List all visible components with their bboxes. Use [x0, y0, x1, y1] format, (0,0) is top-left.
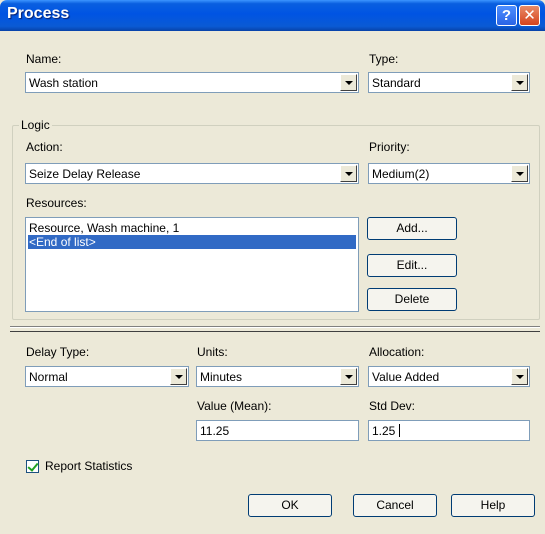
section-divider-line — [10, 331, 540, 332]
value-mean-label: Value (Mean): — [197, 399, 272, 413]
resources-list[interactable]: Resource, Wash machine, 1 <End of list> — [25, 217, 359, 312]
report-statistics-label[interactable]: Report Statistics — [45, 459, 132, 473]
std-dev-input[interactable]: 1.25 — [368, 420, 530, 441]
type-dropdown-arrow-icon[interactable] — [511, 74, 528, 91]
delay-type-dropdown-arrow-icon[interactable] — [170, 368, 187, 385]
logic-group-title: Logic — [19, 118, 52, 132]
action-dropdown-arrow-icon[interactable] — [340, 165, 357, 182]
value-mean-value: 11.25 — [200, 424, 230, 438]
add-button[interactable]: Add... — [367, 217, 457, 240]
list-item[interactable]: Resource, Wash machine, 1 — [28, 221, 356, 235]
units-dropdown-arrow-icon[interactable] — [340, 368, 357, 385]
edit-button[interactable]: Edit... — [367, 254, 457, 277]
type-combo[interactable]: Standard — [368, 72, 530, 93]
allocation-label: Allocation: — [369, 345, 425, 359]
ok-button[interactable]: OK — [248, 494, 332, 517]
close-title-button[interactable]: ✕ — [519, 5, 540, 26]
list-item-selected[interactable]: <End of list> — [28, 235, 356, 249]
allocation-value: Value Added — [372, 370, 440, 384]
type-value: Standard — [372, 76, 421, 90]
priority-value: Medium(2) — [372, 167, 430, 181]
std-dev-label: Std Dev: — [369, 399, 416, 413]
units-value: Minutes — [200, 370, 243, 384]
report-statistics-checkbox[interactable] — [26, 460, 39, 473]
name-dropdown-arrow-icon[interactable] — [340, 74, 357, 91]
action-label: Action: — [26, 140, 63, 154]
cancel-button[interactable]: Cancel — [353, 494, 437, 517]
action-combo[interactable]: Seize Delay Release — [25, 163, 359, 184]
title-bar[interactable]: Process ? ✕ — [0, 0, 545, 31]
delete-button[interactable]: Delete — [367, 288, 457, 311]
process-dialog: Process ? ✕ Name: Wash station Type: Sta… — [0, 0, 545, 534]
priority-label: Priority: — [369, 140, 410, 154]
action-value: Seize Delay Release — [29, 167, 141, 181]
text-caret — [399, 424, 400, 437]
help-title-button[interactable]: ? — [496, 5, 517, 26]
units-combo[interactable]: Minutes — [196, 366, 359, 387]
window-title: Process — [7, 5, 70, 22]
units-label: Units: — [197, 345, 228, 359]
std-dev-value: 1.25 — [372, 424, 396, 438]
priority-dropdown-arrow-icon[interactable] — [511, 165, 528, 182]
priority-combo[interactable]: Medium(2) — [368, 163, 530, 184]
help-button[interactable]: Help — [451, 494, 535, 517]
allocation-combo[interactable]: Value Added — [368, 366, 530, 387]
name-combo[interactable]: Wash station — [25, 72, 359, 93]
name-label: Name: — [26, 52, 62, 66]
delay-type-label: Delay Type: — [26, 345, 90, 359]
delay-type-value: Normal — [29, 370, 68, 384]
delay-type-combo[interactable]: Normal — [25, 366, 189, 387]
allocation-dropdown-arrow-icon[interactable] — [511, 368, 528, 385]
resources-label: Resources: — [26, 196, 87, 210]
section-divider — [10, 326, 540, 328]
type-label: Type: — [369, 52, 399, 66]
value-mean-input[interactable]: 11.25 — [196, 420, 359, 441]
name-value: Wash station — [29, 76, 98, 90]
